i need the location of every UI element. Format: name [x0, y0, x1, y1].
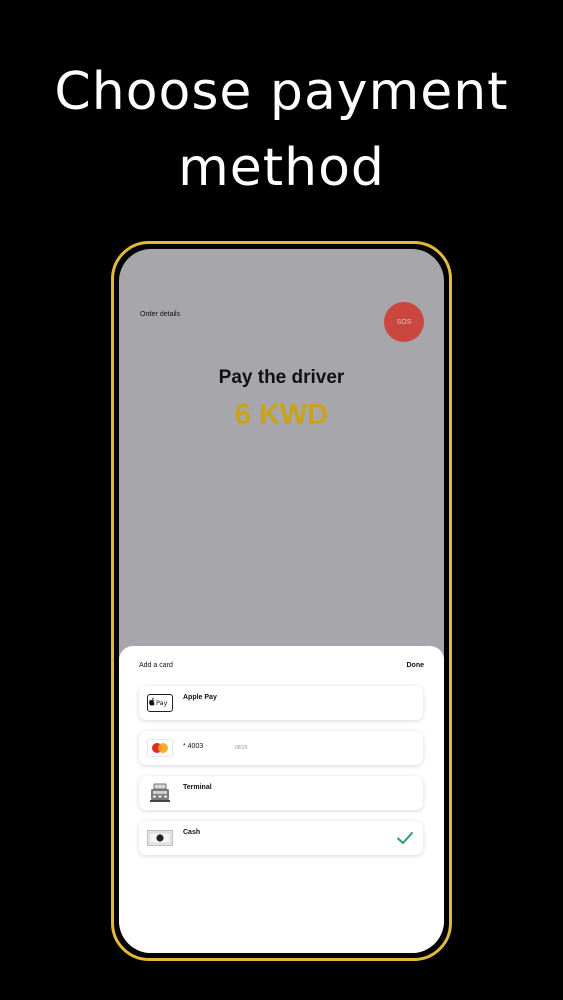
payment-method-apple-pay[interactable]: Pay Apple Pay	[139, 686, 423, 720]
payment-amount: 6 KWD	[234, 399, 329, 431]
cash-icon	[147, 829, 173, 847]
payment-method-cash[interactable]: Cash	[139, 821, 423, 855]
sos-button[interactable]: SOS	[384, 302, 424, 342]
add-card-button[interactable]: Add a card	[139, 662, 173, 669]
method-label: Terminal	[183, 784, 212, 791]
svg-text:Pay: Pay	[156, 699, 168, 707]
apple-pay-icon: Pay	[147, 694, 173, 712]
phone-frame: Order details SOS Pay the driver 6 KWD A…	[111, 241, 452, 961]
selected-check-icon	[397, 832, 413, 844]
order-details-link[interactable]: Order details	[140, 311, 180, 318]
payment-sheet: Add a card Done Pay Apple Pay * 4003 08/…	[119, 646, 444, 953]
payment-method-terminal[interactable]: Terminal	[139, 776, 423, 810]
done-button[interactable]: Done	[407, 662, 425, 669]
headline: Choose payment method	[0, 54, 563, 206]
card-expiry: 08/25	[235, 745, 248, 751]
headline-line-2: method	[178, 138, 385, 198]
mastercard-icon	[147, 739, 173, 757]
payment-method-card[interactable]: * 4003 08/25	[139, 731, 423, 765]
terminal-icon	[147, 783, 173, 802]
method-label: Apple Pay	[183, 694, 217, 701]
phone-screen: Order details SOS Pay the driver 6 KWD A…	[119, 249, 444, 953]
method-label: Cash	[183, 829, 201, 836]
pay-title: Pay the driver	[218, 367, 345, 388]
card-number: * 4003	[183, 743, 204, 750]
sheet-header: Add a card Done	[139, 662, 424, 669]
headline-line-1: Choose payment	[54, 62, 509, 122]
